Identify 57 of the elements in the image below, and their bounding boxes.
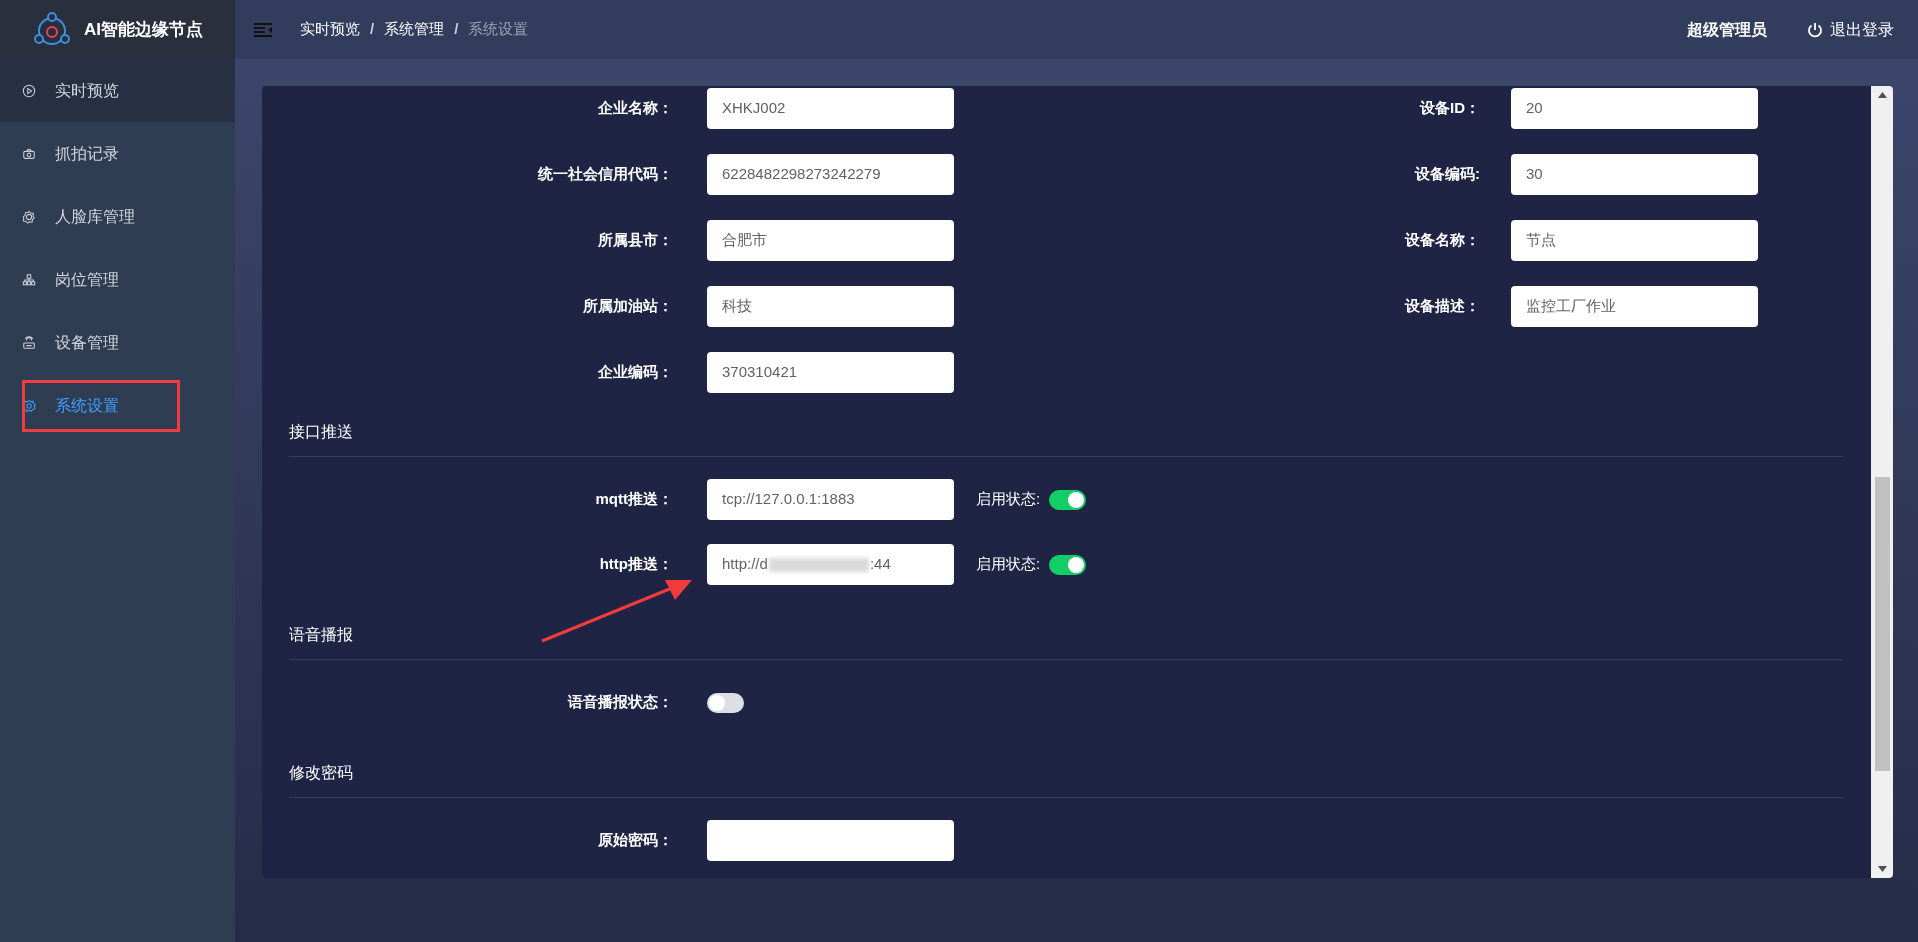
field-label: 设备描述： (1403, 296, 1480, 317)
scrollbar-thumb[interactable] (1874, 477, 1890, 771)
input-field[interactable]: tcp://127.0.0.1:1883 (707, 479, 954, 520)
input-field[interactable]: 20 (1511, 88, 1758, 129)
field-label: 设备编码: (1413, 164, 1480, 185)
gear-icon (22, 209, 36, 224)
input-field[interactable]: XHKJ002 (707, 88, 954, 129)
sidebar-item[interactable]: 设备管理 (0, 311, 235, 374)
settings-icon (22, 398, 36, 413)
section-title: 修改密码 (289, 764, 353, 781)
sidebar-item[interactable]: 岗位管理 (0, 248, 235, 311)
router-icon (22, 335, 36, 350)
field-label: mqtt推送： (594, 489, 673, 510)
switch-label: 启用状态: (976, 489, 1041, 510)
sidebar-item[interactable]: 系统设置 (0, 374, 235, 437)
scrollbar[interactable] (1871, 86, 1893, 878)
field-label: 统一社会信用代码： (537, 164, 673, 185)
breadcrumb-separator: / (454, 19, 459, 40)
field-label: 语音播报状态： (566, 692, 673, 713)
org-chart-icon (22, 272, 36, 287)
scroll-down-icon[interactable] (1877, 866, 1887, 872)
sidebar-item[interactable]: 人脸库管理 (0, 185, 235, 248)
sidebar-item[interactable]: 实时预览 (0, 59, 235, 122)
input-field[interactable]: 6228482298273242279 (707, 154, 954, 195)
field-label: http推送： (598, 554, 673, 575)
section-title: 接口推送 (289, 423, 353, 440)
input-field[interactable]: 监控工厂作业 (1511, 286, 1758, 327)
power-icon (1807, 21, 1823, 38)
sidebar-item[interactable]: 抓拍记录 (0, 122, 235, 185)
breadcrumb-link[interactable]: 实时预览 (300, 18, 360, 41)
field-label: 企业名称： (597, 98, 673, 119)
input-field[interactable]: 30 (1511, 154, 1758, 195)
user-name: 超级管理员 (1687, 19, 1767, 40)
input-field[interactable]: 节点 (1511, 220, 1758, 261)
section-title: 语音播报 (289, 626, 353, 643)
field-label: 原始密码： (597, 830, 673, 851)
input-field[interactable]: 370310421 (707, 352, 954, 393)
logout-button[interactable]: 退出登录 (1807, 17, 1894, 42)
toggle-switch[interactable] (1049, 489, 1087, 510)
breadcrumb-link[interactable]: 系统管理 (384, 18, 445, 41)
camera-icon (22, 146, 36, 161)
play-icon (22, 83, 36, 98)
field-label: 所属加油站： (582, 296, 673, 317)
field-label: 所属县市： (597, 230, 673, 251)
field-label: 企业编码： (597, 362, 673, 383)
input-field[interactable] (707, 820, 954, 861)
input-field[interactable]: 合肥市 (707, 220, 954, 261)
scroll-up-icon[interactable] (1877, 92, 1887, 98)
app-title: AI智能边缘节点 (84, 18, 203, 41)
toggle-switch[interactable] (1049, 554, 1087, 575)
switch-label: 启用状态: (976, 554, 1041, 575)
breadcrumb-separator: / (370, 19, 375, 40)
toggle-switch[interactable] (707, 692, 744, 713)
field-label: 设备ID： (1418, 98, 1480, 119)
input-field[interactable]: 科技 (707, 286, 954, 327)
field-label: 设备名称： (1403, 230, 1480, 251)
input-field[interactable]: http://d :44 (707, 544, 954, 585)
